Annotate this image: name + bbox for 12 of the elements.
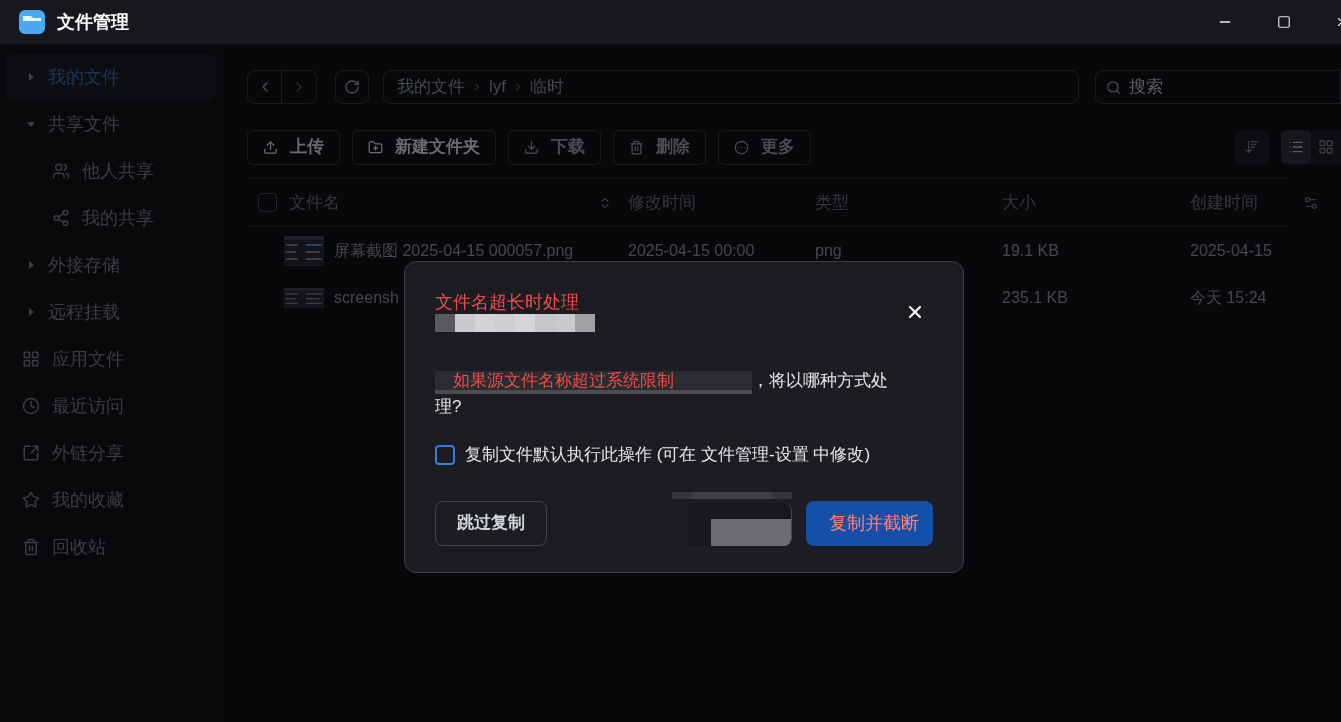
table-cell-text: 19.1 KB bbox=[1001, 240, 1060, 261]
checkbox-label: 复制文件默认执行此操作 (可在 文件管理-设置 中修改) bbox=[465, 444, 871, 466]
dialog-message: 如果源文件名称超过系统限制 ，将以哪种方式处理? bbox=[435, 370, 889, 418]
table-cell-text: 235.1 KB bbox=[1001, 287, 1069, 308]
table-cell-text: 2025-04-15 bbox=[1189, 240, 1273, 261]
file-name: 屏幕截图 2025-04-15 000057.png bbox=[334, 240, 574, 261]
table-cell-text: png bbox=[814, 240, 843, 261]
table-cell-text: 2025-04-15 00:00 bbox=[627, 240, 756, 261]
file-name: screensh bbox=[334, 287, 399, 308]
dialog-title: 文件名超长时处理 bbox=[435, 291, 580, 314]
table-cell-text: 今天 15:24 bbox=[1189, 287, 1268, 308]
window-title: 文件管理 bbox=[57, 10, 129, 34]
